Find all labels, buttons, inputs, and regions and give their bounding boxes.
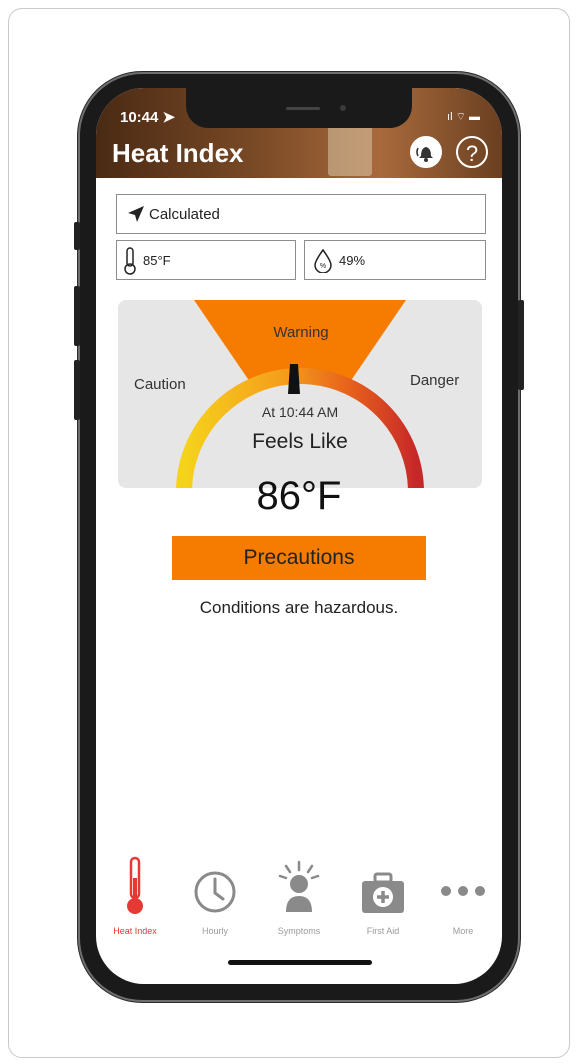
caution-label: Caution <box>134 376 186 393</box>
humidity-value: 49% <box>339 253 366 268</box>
temperature-field[interactable]: 85°F <box>116 240 296 280</box>
feels-like-value: 86°F <box>256 474 342 518</box>
phone-silent-switch <box>74 222 80 250</box>
first-aid-kit-icon <box>362 872 404 913</box>
reading-time: At 10:44 AM <box>261 404 339 420</box>
tab-label: First Aid <box>366 926 400 936</box>
alert-bell-icon[interactable] <box>410 136 442 168</box>
notch-camera <box>340 105 346 111</box>
phone-power-button <box>518 300 524 390</box>
conditions-text: Conditions are hazardous. <box>199 598 399 617</box>
tab-label: More <box>452 926 474 936</box>
temperature-value: 85°F <box>143 253 171 268</box>
feels-like-label: Feels Like <box>252 430 348 453</box>
gauge-needle <box>288 364 300 394</box>
more-dots-icon <box>441 886 485 896</box>
precautions-button[interactable]: Precautions <box>172 536 426 580</box>
thermometer-icon <box>127 856 143 914</box>
phone-volume-down <box>74 360 80 420</box>
heat-index-gauge: Warning Caution Danger At 10:44 AM Feels… <box>118 300 482 488</box>
person-symptoms-icon <box>278 860 320 912</box>
header-background-image <box>328 126 372 176</box>
app-header: 10:44 ➤ ıl ⌔ ▬ Heat Index ? <box>96 88 502 178</box>
help-button[interactable]: ? <box>456 136 488 168</box>
phone-volume-up <box>74 286 80 346</box>
location-label: Calculated <box>149 206 220 223</box>
tab-label: Hourly <box>201 926 228 936</box>
location-arrow-icon <box>127 205 145 227</box>
humidity-field[interactable]: % 49% <box>304 240 486 280</box>
status-indicators: ıl ⌔ ▬ <box>447 111 480 123</box>
tab-label: Symptoms <box>277 926 321 936</box>
location-field[interactable]: Calculated <box>116 194 486 234</box>
tab-label: Heat Index <box>113 926 157 936</box>
page-title: Heat Index <box>112 138 244 168</box>
warning-label: Warning <box>273 324 329 341</box>
danger-label: Danger <box>410 372 460 389</box>
app-screen: 10:44 ➤ ıl ⌔ ▬ Heat Index ? Calculated 8… <box>96 88 502 984</box>
humidity-drop-icon: % <box>313 248 333 277</box>
status-time: 10:44 ➤ <box>120 109 176 126</box>
clock-icon <box>194 871 236 913</box>
svg-text:%: % <box>320 263 326 270</box>
thermometer-icon <box>123 247 137 279</box>
tab-bar: Heat Index Hourly Symptoms First Aid Mor… <box>96 848 502 948</box>
notch-speaker <box>286 107 320 110</box>
home-indicator[interactable] <box>228 960 372 965</box>
